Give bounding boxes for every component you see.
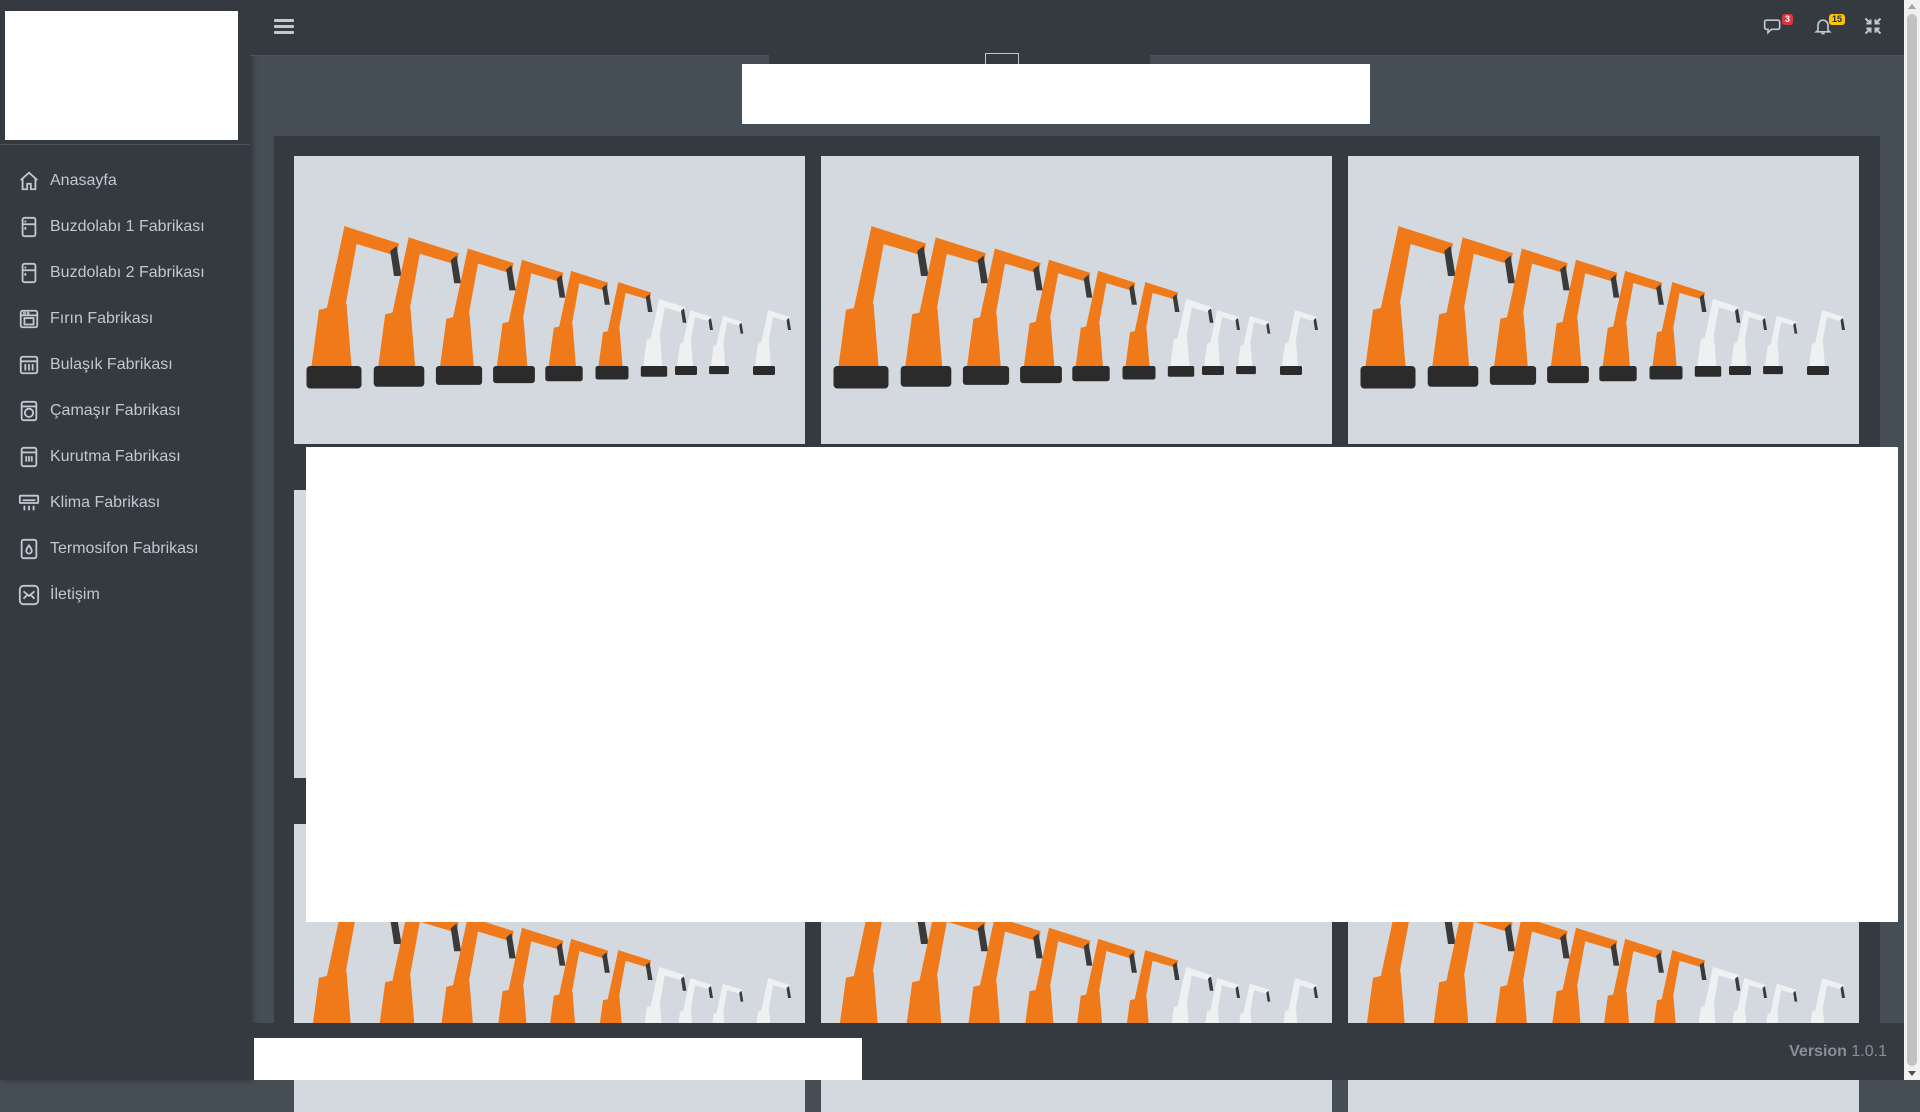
robot-arm bbox=[1280, 310, 1318, 375]
sidebar-item-klima[interactable]: Klima Fabrikası bbox=[0, 480, 250, 526]
water-heater-icon bbox=[18, 538, 40, 560]
compress-icon bbox=[1864, 17, 1882, 35]
mail-icon bbox=[18, 584, 40, 606]
sidebar-item-buzdolabi-2[interactable]: Buzdolabı 2 Fabrikası bbox=[0, 250, 250, 296]
sidebar-item-label: Buzdolabı 1 Fabrikası bbox=[50, 218, 205, 235]
home-icon bbox=[18, 170, 40, 192]
brand-logo-placeholder[interactable] bbox=[5, 11, 238, 140]
scroll-up-arrow-icon[interactable] bbox=[1908, 4, 1916, 9]
version-info: Version 1.0.1 bbox=[1789, 1043, 1887, 1061]
sidebar-item-label: Kurutma Fabrikası bbox=[50, 448, 181, 465]
robot-arm bbox=[1729, 310, 1767, 375]
sidebar-item-label: Anasayfa bbox=[50, 172, 117, 189]
gallery-image-tile[interactable] bbox=[294, 156, 805, 444]
sidebar-item-label: Bulaşık Fabrikası bbox=[50, 356, 173, 373]
oven-icon bbox=[18, 308, 40, 330]
sidebar-item-label: Çamaşır Fabrikası bbox=[50, 402, 181, 419]
sidebar-item-label: Termosifon Fabrikası bbox=[50, 540, 199, 557]
gallery-image-tile[interactable] bbox=[1348, 156, 1859, 444]
air-conditioner-icon bbox=[18, 492, 40, 514]
washing-machine-icon bbox=[18, 400, 40, 422]
sidebar-item-bulasik[interactable]: Bulaşık Fabrikası bbox=[0, 342, 250, 388]
footer-white-box bbox=[254, 1038, 862, 1080]
sidebar-item-camasir[interactable]: Çamaşır Fabrikası bbox=[0, 388, 250, 434]
white-overlay-box bbox=[742, 64, 1370, 124]
hamburger-menu-icon[interactable] bbox=[274, 17, 294, 37]
fridge-icon bbox=[18, 216, 40, 238]
notifications-button[interactable]: 15 bbox=[1813, 14, 1845, 40]
robot-arms-image bbox=[306, 226, 791, 389]
white-overlay-panel bbox=[306, 447, 1898, 922]
version-label: Version bbox=[1789, 1043, 1847, 1060]
sidebar-divider bbox=[0, 144, 250, 145]
robot-arm bbox=[675, 310, 713, 375]
robot-arm bbox=[1807, 310, 1845, 375]
robot-arms-image bbox=[833, 226, 1318, 389]
sidebar: Anasayfa Buzdolabı 1 Fabrikası Buzdolabı… bbox=[0, 0, 250, 1080]
robot-arm bbox=[1202, 310, 1240, 375]
gallery-image-tile[interactable] bbox=[821, 156, 1332, 444]
sidebar-item-iletisim[interactable]: İletişim bbox=[0, 572, 250, 618]
scrollbar-thumb[interactable] bbox=[1907, 14, 1917, 1066]
sidebar-item-kurutma[interactable]: Kurutma Fabrikası bbox=[0, 434, 250, 480]
version-number: 1.0.1 bbox=[1851, 1043, 1887, 1060]
robot-arm bbox=[1236, 315, 1271, 375]
sidebar-item-label: İletişim bbox=[50, 586, 100, 603]
chat-icon bbox=[1763, 19, 1781, 35]
dryer-icon bbox=[18, 446, 40, 468]
vertical-scrollbar[interactable] bbox=[1904, 0, 1920, 1080]
content-top-tab bbox=[769, 45, 1150, 65]
sidebar-item-label: Fırın Fabrikası bbox=[50, 310, 154, 327]
scroll-down-arrow-icon[interactable] bbox=[1908, 1071, 1916, 1076]
sidebar-item-anasayfa[interactable]: Anasayfa bbox=[0, 158, 250, 204]
fridge-icon bbox=[18, 262, 40, 284]
robot-arms-image bbox=[1360, 226, 1845, 389]
robot-arm bbox=[1763, 315, 1798, 375]
messages-count-badge: 3 bbox=[1781, 14, 1793, 25]
dishwasher-icon bbox=[18, 354, 40, 376]
tab-marker bbox=[985, 53, 1019, 64]
sidebar-item-termosifon[interactable]: Termosifon Fabrikası bbox=[0, 526, 250, 572]
sidebar-item-buzdolabi-1[interactable]: Buzdolabı 1 Fabrikası bbox=[0, 204, 250, 250]
messages-button[interactable]: 3 bbox=[1763, 14, 1793, 40]
sidebar-item-firin[interactable]: Fırın Fabrikası bbox=[0, 296, 250, 342]
sidebar-nav: Anasayfa Buzdolabı 1 Fabrikası Buzdolabı… bbox=[0, 158, 250, 618]
robot-arm bbox=[753, 310, 791, 375]
fullscreen-toggle-button[interactable] bbox=[1863, 16, 1887, 40]
notifications-count-badge: 15 bbox=[1828, 14, 1845, 25]
robot-arm bbox=[709, 315, 744, 375]
sidebar-item-label: Buzdolabı 2 Fabrikası bbox=[50, 264, 205, 281]
footer: Version 1.0.1 bbox=[250, 1023, 1904, 1080]
sidebar-item-label: Klima Fabrikası bbox=[50, 494, 161, 511]
